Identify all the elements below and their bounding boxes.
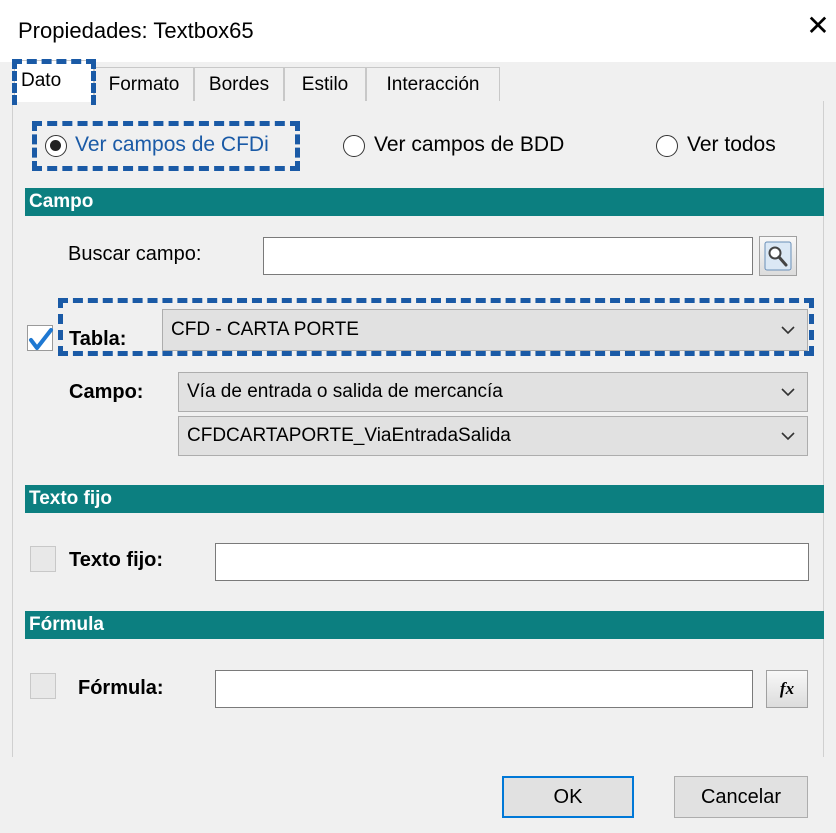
section-header-texto-fijo: Texto fijo: [25, 485, 824, 513]
ok-button[interactable]: OK: [502, 776, 634, 818]
cancel-button[interactable]: Cancelar: [674, 776, 808, 818]
fx-button[interactable]: fx: [766, 670, 808, 708]
tab-formato[interactable]: Formato: [94, 67, 194, 101]
radio-cfdi-label[interactable]: Ver campos de CFDi: [75, 133, 269, 157]
tabla-label: Tabla:: [69, 328, 127, 350]
formula-checkbox[interactable]: [30, 673, 56, 699]
chevron-down-icon: [781, 432, 795, 441]
search-icon: [764, 241, 792, 271]
close-icon: ✕: [806, 10, 830, 41]
tab-interaccion[interactable]: Interacción: [366, 67, 500, 101]
campo-code-combobox[interactable]: CFDCARTAPORTE_ViaEntradaSalida: [178, 416, 808, 456]
formula-input[interactable]: [215, 670, 753, 708]
tabla-value: CFD - CARTA PORTE: [171, 319, 359, 340]
search-button[interactable]: [759, 236, 797, 276]
window-title: Propiedades: Textbox65: [18, 18, 254, 43]
formula-label: Fórmula:: [78, 677, 164, 699]
radio-bdd-label[interactable]: Ver campos de BDD: [374, 133, 564, 157]
chevron-down-icon: [781, 326, 795, 335]
tab-estilo[interactable]: Estilo: [284, 67, 366, 101]
tabla-checkbox[interactable]: [27, 325, 53, 351]
campo-label: Campo:: [69, 381, 144, 403]
campo-combobox[interactable]: Vía de entrada o salida de mercancía: [178, 372, 808, 412]
buscar-campo-label: Buscar campo:: [68, 243, 202, 265]
close-button[interactable]: ✕: [804, 12, 832, 40]
chevron-down-icon: [781, 388, 795, 397]
radio-cfdi[interactable]: [45, 135, 67, 157]
tab-bordes[interactable]: Bordes: [194, 67, 284, 101]
texto-fijo-input[interactable]: [215, 543, 809, 581]
tab-dato[interactable]: Dato: [14, 60, 94, 102]
buscar-campo-input[interactable]: [263, 237, 753, 275]
section-header-formula: Fórmula: [25, 611, 824, 639]
radio-selected-dot: [50, 140, 61, 151]
texto-fijo-checkbox[interactable]: [30, 546, 56, 572]
texto-fijo-label: Texto fijo:: [69, 549, 164, 571]
tabla-combobox[interactable]: CFD - CARTA PORTE: [162, 309, 808, 351]
radio-bdd[interactable]: [343, 135, 365, 157]
radio-todos[interactable]: [656, 135, 678, 157]
campo-value: Vía de entrada o salida de mercancía: [187, 381, 503, 402]
section-header-campo: Campo: [25, 188, 824, 216]
radio-todos-label[interactable]: Ver todos: [687, 133, 776, 157]
checkmark-icon: [29, 328, 53, 350]
campo-code-value: CFDCARTAPORTE_ViaEntradaSalida: [187, 425, 511, 446]
